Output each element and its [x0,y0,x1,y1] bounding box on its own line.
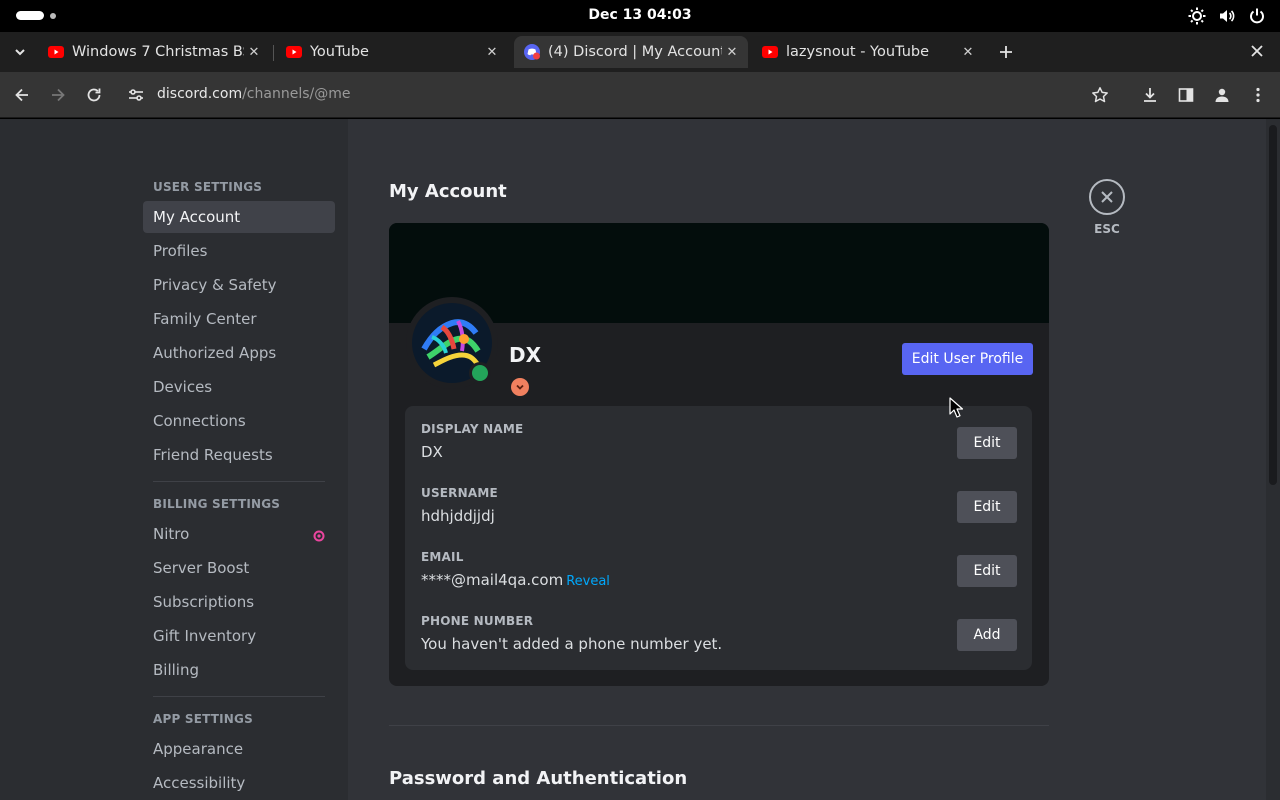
close-icon [1100,190,1114,204]
sidebar-item-label: Nitro [153,525,190,543]
close-tab-icon[interactable]: ✕ [244,42,264,62]
youtube-icon [286,44,302,60]
close-settings-button[interactable] [1089,179,1125,215]
edit-display-name-button[interactable]: Edit [957,427,1017,459]
email-field: EMAIL ****@mail4qa.com Reveal Edit [421,550,1017,606]
display-name-field: DISPLAY NAME DX Edit [421,422,1017,478]
add-phone-button[interactable]: Add [957,619,1017,651]
system-top-bar: Dec 13 04:03 [0,0,1280,32]
edit-username-button[interactable]: Edit [957,491,1017,523]
field-value: DX [421,443,443,461]
tab-strip: Windows 7 Christmas BS ✕ YouTube ✕ (4) D… [0,32,1280,72]
profile-banner [389,223,1049,323]
site-settings-icon[interactable] [124,83,148,107]
system-tray[interactable] [1188,7,1266,25]
tab-lazysnout-youtube[interactable]: lazysnout - YouTube ✕ [752,36,984,68]
clock[interactable]: Dec 13 04:03 [0,7,1280,23]
tab-title: YouTube [310,44,369,60]
field-label: PHONE NUMBER [421,614,534,628]
tab-discord-my-account[interactable]: (4) Discord | My Account ✕ [514,36,748,68]
billing-settings-heading: BILLING SETTINGS [153,497,281,511]
youtube-icon [48,44,64,60]
field-value-row: ****@mail4qa.com Reveal [421,571,610,589]
sidebar-item-authorized-apps[interactable]: Authorized Apps [143,337,335,369]
sidebar-item-subscriptions[interactable]: Subscriptions [143,586,335,618]
side-panel-icon[interactable] [1174,83,1198,107]
page-title: My Account [389,181,507,202]
sidebar-item-appearance[interactable]: Appearance [143,733,335,765]
account-fields-panel: DISPLAY NAME DX Edit USERNAME hdhjddjjdj… [405,406,1032,670]
sidebar-item-devices[interactable]: Devices [143,371,335,403]
url-path: /channels/@me [242,86,351,102]
close-tab-icon[interactable]: ✕ [482,42,502,62]
forward-icon[interactable] [46,83,70,107]
tab-search-chevron-icon[interactable] [12,44,28,60]
volume-icon[interactable] [1218,7,1236,25]
edit-email-button[interactable]: Edit [957,555,1017,587]
youtube-icon [762,44,778,60]
field-label: USERNAME [421,486,498,500]
password-auth-heading: Password and Authentication [389,768,688,789]
sidebar-item-profiles[interactable]: Profiles [143,235,335,267]
close-tab-icon[interactable]: ✕ [722,42,742,62]
settings-sidebar: USER SETTINGS My Account Profiles Privac… [0,119,348,800]
discord-icon [524,44,540,60]
bookmark-star-icon[interactable] [1088,83,1112,107]
sidebar-item-nitro[interactable]: Nitro [143,518,335,550]
sidebar-divider [153,481,325,482]
sidebar-item-privacy-safety[interactable]: Privacy & Safety [143,269,335,301]
profile-display-name: DX [509,343,542,367]
phone-number-field: PHONE NUMBER You haven't added a phone n… [421,614,1017,670]
brightness-icon[interactable] [1188,7,1206,25]
tab-title: lazysnout - YouTube [786,44,930,60]
field-value: You haven't added a phone number yet. [421,635,723,653]
esc-label: ESC [1094,222,1120,236]
online-status-indicator [469,362,491,384]
discord-settings-page: USER SETTINGS My Account Profiles Privac… [0,119,1280,800]
profile-icon[interactable] [1210,83,1234,107]
app-settings-heading: APP SETTINGS [153,712,253,726]
close-tab-icon[interactable]: ✕ [958,42,978,62]
section-divider [389,725,1049,726]
sidebar-item-accessibility[interactable]: Accessibility [143,767,335,799]
tab-title: Windows 7 Christmas BS [72,44,244,60]
sidebar-item-gift-inventory[interactable]: Gift Inventory [143,620,335,652]
sidebar-item-server-boost[interactable]: Server Boost [143,552,335,584]
sidebar-item-billing[interactable]: Billing [143,654,335,686]
username-field: USERNAME hdhjddjjdj Edit [421,486,1017,542]
nitro-icon [313,528,325,542]
sidebar-item-connections[interactable]: Connections [143,405,335,437]
account-profile-card: DX Edit User Profile DISPLAY NAME DX Edi… [389,223,1049,686]
sidebar-item-my-account[interactable]: My Account [143,201,335,233]
sidebar-divider [153,696,325,697]
tab-youtube[interactable]: YouTube ✕ [276,36,508,68]
field-label: DISPLAY NAME [421,422,524,436]
user-settings-heading: USER SETTINGS [153,180,263,194]
sidebar-item-friend-requests[interactable]: Friend Requests [143,439,335,471]
close-window-icon[interactable] [1249,43,1265,59]
tab-title: (4) Discord | My Account [548,44,722,60]
reload-icon[interactable] [82,83,106,107]
field-label: EMAIL [421,550,464,564]
tab-separator [273,45,274,61]
menu-kebab-icon[interactable] [1246,83,1270,107]
sidebar-item-family-center[interactable]: Family Center [143,303,335,335]
download-icon[interactable] [1138,83,1162,107]
address-bar[interactable]: discord.com/channels/@me [157,86,350,102]
browser-toolbar: discord.com/channels/@me [0,72,1280,118]
badge-chevron-icon[interactable] [511,378,529,396]
field-value: ****@mail4qa.com [421,571,564,589]
reveal-email-link[interactable]: Reveal [566,574,610,589]
url-host: discord.com [157,86,243,102]
tab-windows7-christmas[interactable]: Windows 7 Christmas BS ✕ [38,36,270,68]
mouse-cursor-icon [949,397,964,419]
field-value: hdhjddjjdj [421,507,495,525]
new-tab-icon[interactable] [997,43,1015,61]
power-icon[interactable] [1248,7,1266,25]
edit-user-profile-button[interactable]: Edit User Profile [902,343,1033,375]
back-icon[interactable] [10,83,34,107]
scrollbar-thumb[interactable] [1269,125,1277,485]
